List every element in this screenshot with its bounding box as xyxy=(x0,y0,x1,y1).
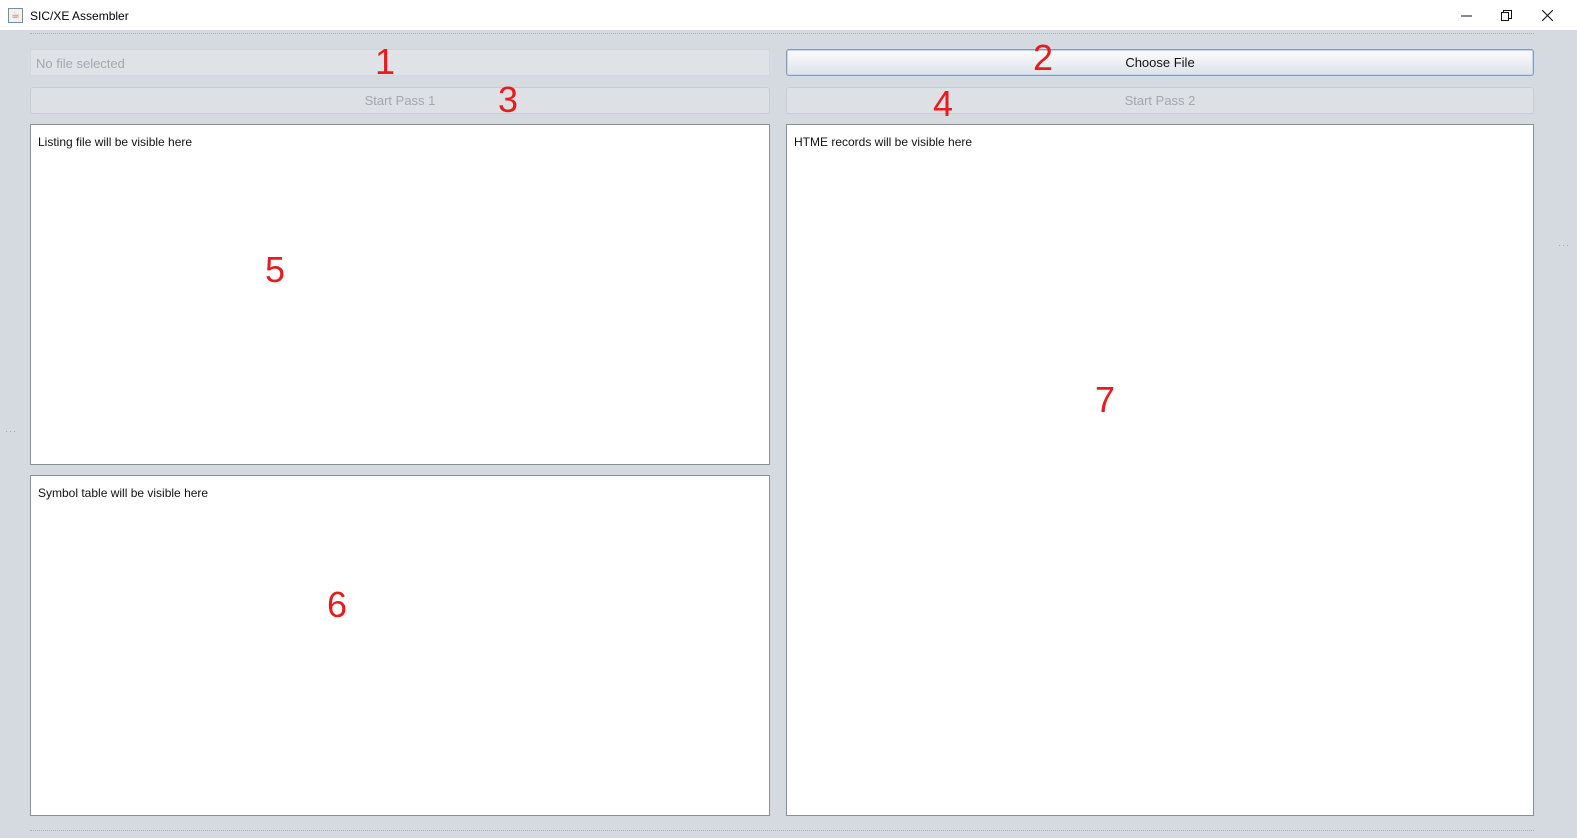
restore-icon xyxy=(1500,9,1512,21)
window-title: SIC/XE Assembler xyxy=(30,9,129,23)
left-resize-handle[interactable]: ··· xyxy=(5,426,17,436)
top-divider xyxy=(30,33,1534,34)
annotation-1: 1 xyxy=(375,41,396,82)
file-path-field[interactable]: No file selected xyxy=(30,49,770,76)
symbol-table-text: Symbol table will be visible here xyxy=(38,486,209,500)
annotation-7: 7 xyxy=(1095,379,1116,420)
java-cup-icon: ☕ xyxy=(8,8,23,23)
right-resize-handle[interactable]: ··· xyxy=(1558,240,1570,250)
restore-button[interactable] xyxy=(1486,0,1526,30)
close-icon xyxy=(1541,9,1553,21)
annotation-6: 6 xyxy=(327,584,348,625)
start-pass-1-button[interactable]: Start Pass 1 xyxy=(30,87,770,114)
htme-records-text: HTME records will be visible here xyxy=(794,135,973,149)
main-panel: ··· ··· No file selected Choose File Sta… xyxy=(0,30,1577,838)
listing-file-text: Listing file will be visible here xyxy=(38,135,193,149)
symbol-table-area[interactable]: Symbol table will be visible here xyxy=(30,475,770,816)
minimize-icon xyxy=(1460,15,1472,16)
start-pass-2-button[interactable]: Start Pass 2 xyxy=(786,87,1534,114)
htme-records-area[interactable]: HTME records will be visible here xyxy=(786,124,1534,816)
choose-file-button[interactable]: Choose File xyxy=(786,49,1534,76)
bottom-divider xyxy=(30,830,1534,831)
minimize-button[interactable] xyxy=(1446,0,1486,30)
close-button[interactable] xyxy=(1527,0,1567,30)
annotation-5: 5 xyxy=(265,249,286,290)
listing-file-area[interactable]: Listing file will be visible here xyxy=(30,124,770,465)
annotation-3: 3 xyxy=(498,79,519,120)
title-bar: ☕ SIC/XE Assembler xyxy=(0,0,1577,30)
annotation-4: 4 xyxy=(933,83,954,124)
annotation-2: 2 xyxy=(1033,37,1054,78)
